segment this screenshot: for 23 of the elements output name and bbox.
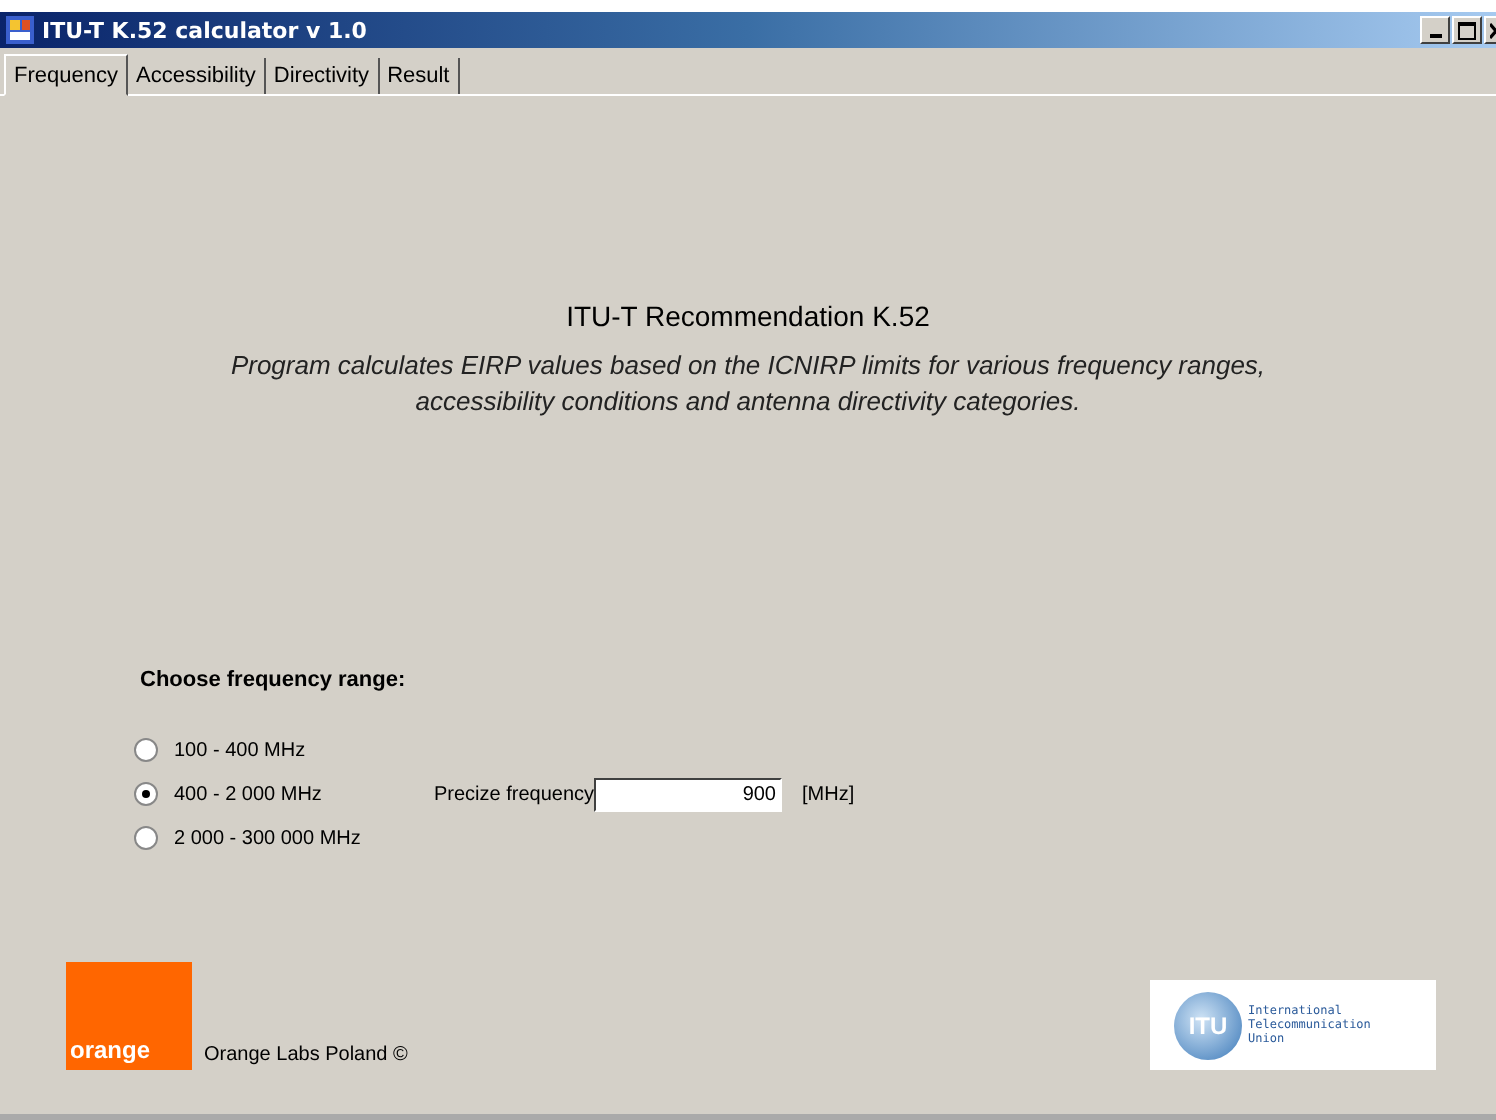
range-radio[interactable]: 2 000 - 300 000 MHz bbox=[134, 826, 434, 850]
radio-label: 400 - 2 000 MHz bbox=[174, 783, 322, 805]
window-title: ITU-T K.52 calculator v 1.0 bbox=[42, 17, 367, 43]
description: Program calculates EIRP values based on the ICNIRP limits for various frequency ranges, accessibility conditions and antenna directivity categories. bbox=[228, 348, 1268, 420]
radio-circle[interactable] bbox=[134, 782, 158, 806]
radio-label: 2 000 - 300 000 MHz bbox=[174, 827, 361, 849]
precise-label: Precize frequency: bbox=[434, 783, 594, 805]
radio-label: 100 - 400 MHz bbox=[174, 739, 306, 761]
minimize-button[interactable] bbox=[1420, 16, 1450, 44]
range-label: Choose frequency range: bbox=[140, 668, 408, 692]
frequency-field[interactable]: 900 bbox=[594, 777, 782, 811]
maximize-button[interactable] bbox=[1452, 16, 1482, 44]
range-radio[interactable]: 100 - 400 MHz bbox=[134, 738, 434, 762]
radio-circle[interactable] bbox=[134, 738, 158, 762]
unit-label: [MHz] bbox=[802, 783, 855, 805]
radio-circle[interactable] bbox=[134, 826, 158, 850]
maximize-icon bbox=[1458, 21, 1476, 39]
range-radio[interactable]: 400 - 2 000 MHz bbox=[134, 782, 434, 806]
heading: ITU-T Recommendation K.52 bbox=[564, 300, 932, 332]
brand-logo: orange bbox=[66, 962, 192, 1070]
credit-text: Orange Labs Poland © bbox=[204, 1044, 408, 1066]
app-icon bbox=[6, 16, 34, 44]
tab[interactable]: Frequency bbox=[4, 54, 128, 96]
